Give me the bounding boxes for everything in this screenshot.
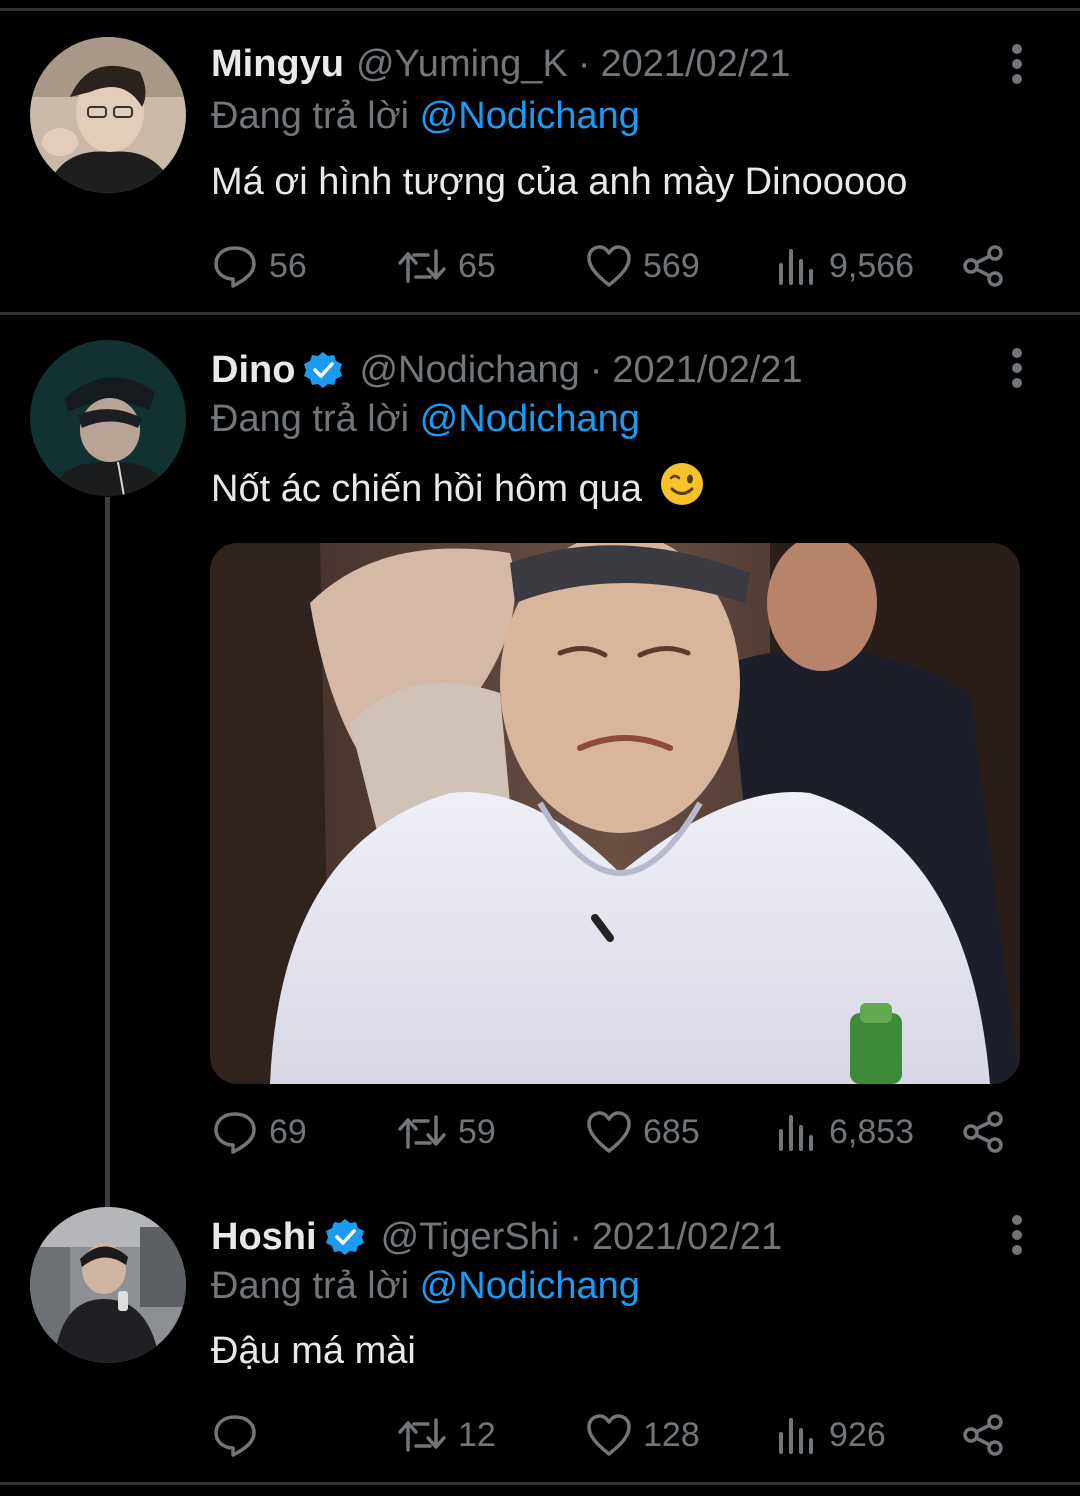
views-count: 926	[829, 1415, 886, 1454]
display-name[interactable]: Hoshi	[211, 1214, 317, 1260]
more-options-icon[interactable]	[1004, 1213, 1030, 1257]
reply-context: Đang trả lời @Nodichang	[211, 1263, 640, 1309]
tweet-date[interactable]: 2021/02/21	[592, 1214, 782, 1260]
reply-mention-link[interactable]: @Nodichang	[420, 1265, 640, 1307]
reply-prefix: Đang trả lời	[211, 1265, 410, 1307]
separator: ·	[569, 1216, 582, 1258]
share-button[interactable]	[961, 1410, 1017, 1460]
tweet-header: Hoshi @TigerShi · 2021/02/21	[211, 1214, 782, 1260]
action-bar: 12 128 926	[211, 1410, 1041, 1460]
retweet-button[interactable]: 12	[396, 1410, 496, 1460]
heart-icon	[587, 1414, 631, 1456]
user-handle[interactable]: @TigerShi	[381, 1214, 560, 1260]
retweet-count: 12	[458, 1415, 496, 1454]
views-button[interactable]: 926	[775, 1410, 886, 1460]
reply-icon	[214, 1415, 256, 1457]
bottom-divider	[0, 1482, 1080, 1485]
like-button[interactable]: 128	[585, 1410, 700, 1460]
share-icon	[963, 1414, 1003, 1456]
verified-badge-icon	[321, 1217, 369, 1257]
analytics-icon	[779, 1418, 813, 1454]
retweet-icon	[398, 1418, 446, 1452]
reply-button[interactable]	[211, 1410, 269, 1460]
like-count: 128	[643, 1415, 700, 1454]
tweet-hoshi[interactable]: Hoshi @TigerShi · 2021/02/21 Đang trả lờ…	[0, 0, 1080, 1480]
tweet-text: Đậu má mài	[211, 1330, 416, 1372]
avatar[interactable]	[30, 1207, 186, 1363]
